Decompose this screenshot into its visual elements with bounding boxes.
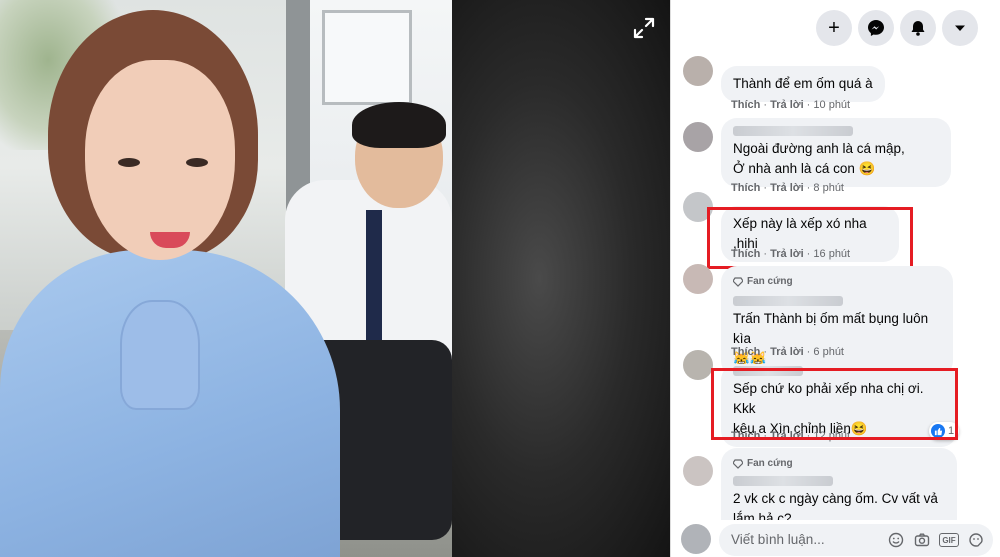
comment-composer: Viết bình luận... GIF (671, 520, 1000, 557)
like-link[interactable]: Thích (731, 182, 760, 194)
comment-actions: Thích · Trả lời · 6 phút (731, 346, 844, 358)
photo-viewer (0, 0, 670, 557)
comment-bubble: Fan cứng Trấn Thành bị ốm mất bụng luôn … (721, 266, 953, 377)
messenger-icon (868, 20, 884, 36)
create-button[interactable]: + (816, 10, 852, 46)
comment-text-line: Ngoài đường anh là cá mập, (733, 141, 905, 156)
expand-fullscreen-icon[interactable] (632, 16, 656, 40)
comment-actions: Thích · Trả lời · 8 phút (731, 182, 844, 194)
photo-background-window (322, 10, 412, 105)
diamond-icon (733, 459, 743, 469)
photo[interactable] (0, 0, 452, 557)
composer-tools: GIF (887, 531, 985, 549)
comment-bubble: Thành để em ốm quá à (721, 66, 885, 102)
notifications-button[interactable] (900, 10, 936, 46)
messenger-button[interactable] (858, 10, 894, 46)
reply-link[interactable]: Trả lời (770, 182, 804, 194)
comment-text: Thành để em ốm quá à (733, 76, 873, 91)
fan-badge-label: Fan cứng (747, 458, 793, 469)
commenter-avatar[interactable] (683, 264, 713, 294)
comment-input-placeholder: Viết bình luận... (731, 532, 825, 547)
photo-man-hair (352, 102, 446, 148)
commenter-name-blurred[interactable] (733, 476, 833, 486)
account-menu-button[interactable] (942, 10, 978, 46)
fan-badge-label: Fan cứng (747, 276, 793, 287)
bell-icon (911, 21, 925, 36)
red-highlight-box (707, 207, 913, 269)
photo-dark-backdrop (452, 0, 670, 557)
plus-icon: + (828, 16, 840, 39)
photo-woman-eye (186, 158, 208, 167)
comment-input[interactable]: Viết bình luận... GIF (719, 524, 993, 556)
reply-link[interactable]: Trả lời (770, 99, 804, 111)
photo-woman-face (85, 60, 235, 260)
commenter-avatar[interactable] (683, 56, 713, 86)
comment-time[interactable]: 10 phút (813, 99, 850, 111)
reply-link[interactable]: Trả lời (770, 346, 804, 358)
commenter-avatar[interactable] (683, 122, 713, 152)
emoji-icon[interactable] (887, 531, 905, 549)
commenter-name-blurred[interactable] (733, 126, 853, 136)
fan-badge: Fan cứng (733, 454, 945, 474)
photo-woman-eye (118, 158, 140, 167)
gif-icon[interactable]: GIF (939, 533, 959, 547)
commenter-avatar[interactable] (683, 350, 713, 380)
like-link[interactable]: Thích (731, 99, 760, 111)
like-link[interactable]: Thích (731, 346, 760, 358)
my-avatar[interactable] (681, 524, 711, 554)
comment-time[interactable]: 8 phút (813, 182, 844, 194)
top-bar: + (671, 0, 1000, 56)
fan-badge: Fan cứng (733, 272, 941, 292)
camera-icon[interactable] (913, 531, 931, 549)
caret-down-icon (955, 25, 965, 31)
gif-label: GIF (942, 535, 956, 545)
comments-panel: + Thành để em ốm quá à Thích · Trả lời ·… (670, 0, 1000, 557)
commenter-name-blurred[interactable] (733, 296, 843, 306)
commenter-avatar[interactable] (683, 456, 713, 486)
comment-text-line: 2 vk ck c ngày càng ốm. Cv vất vả (733, 491, 938, 506)
comment-text-line: Ở nhà anh là cá con 😆 (733, 161, 876, 176)
comment-bubble: Ngoài đường anh là cá mập, Ở nhà anh là … (721, 118, 951, 187)
photo-woman-bow (120, 300, 200, 410)
comment-time[interactable]: 6 phút (813, 346, 844, 358)
red-highlight-box (711, 368, 958, 440)
comment-actions: Thích · Trả lời · 10 phút (731, 99, 851, 111)
comment-text-line: Trấn Thành bị ốm mất bụng luôn kìa (733, 311, 929, 346)
diamond-icon (733, 277, 743, 287)
sticker-icon[interactable] (967, 531, 985, 549)
